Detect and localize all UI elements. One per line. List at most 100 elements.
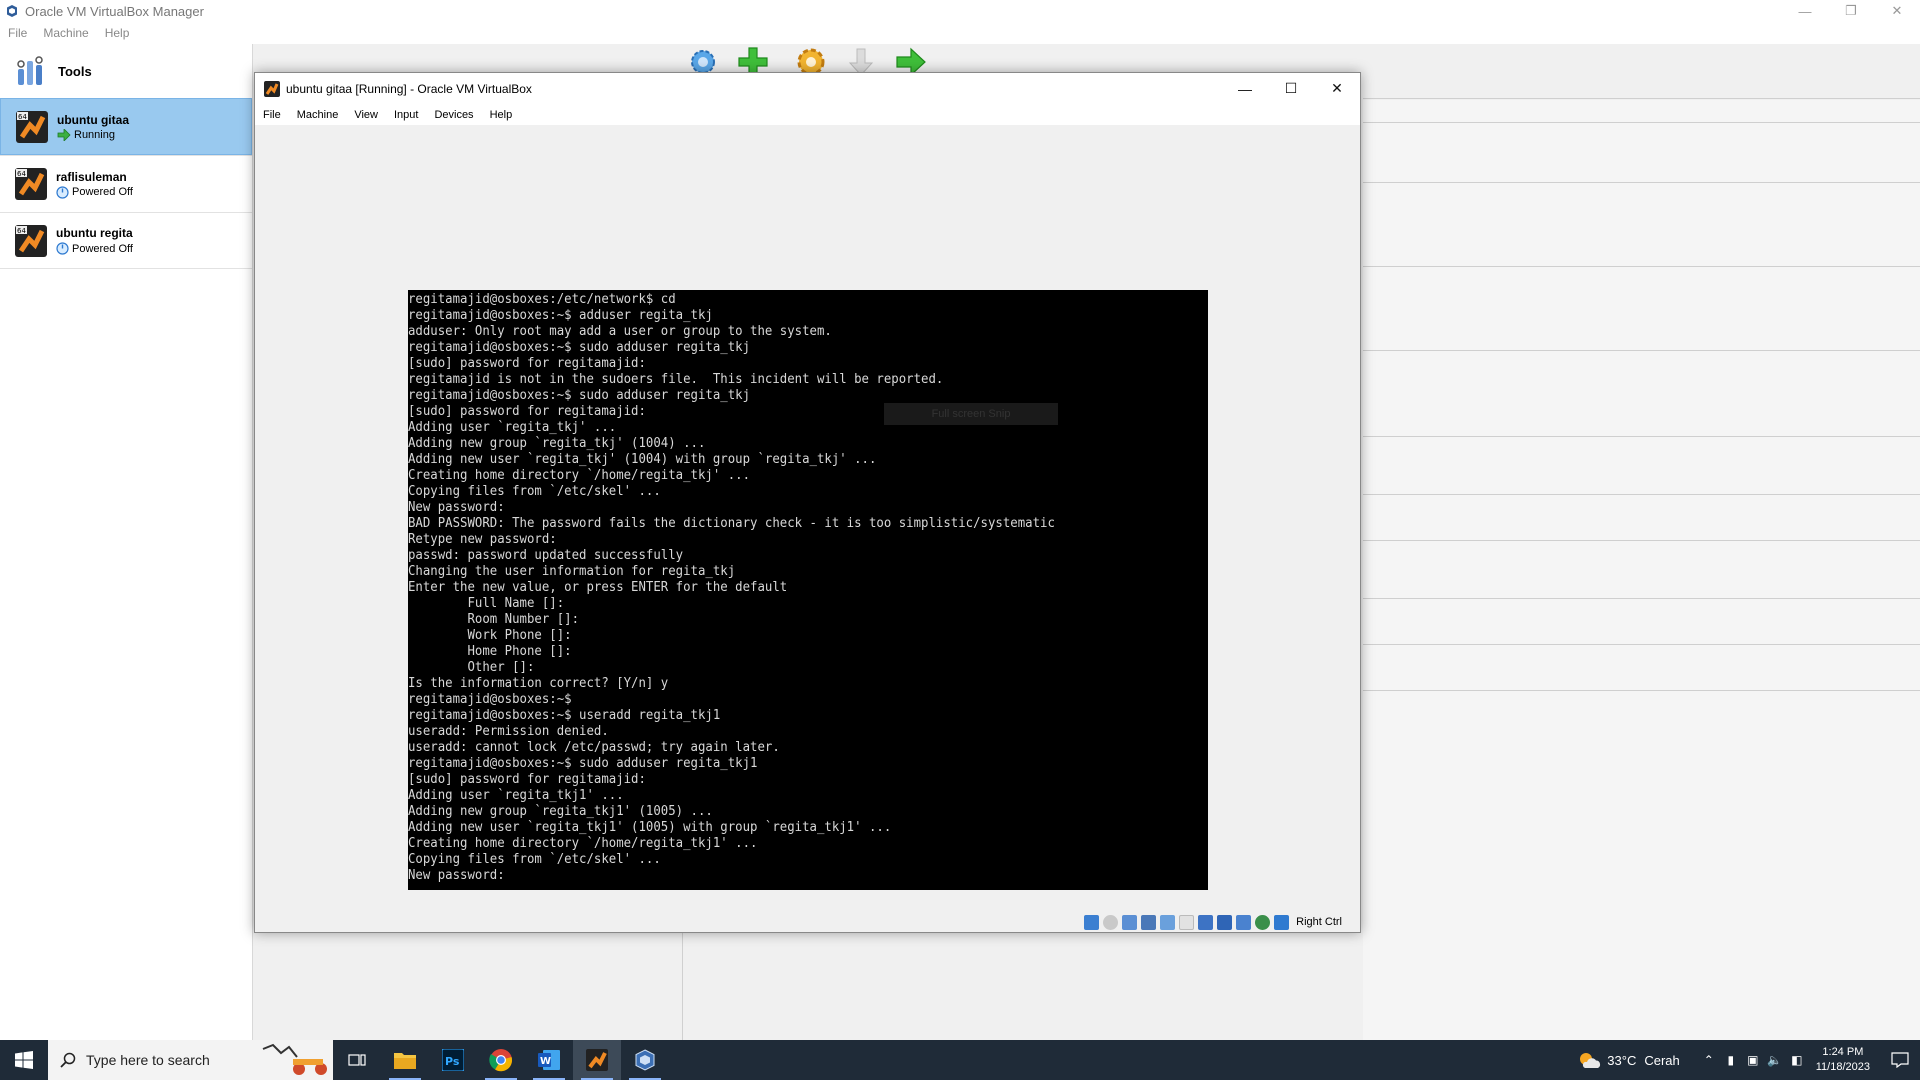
powered-off-icon bbox=[56, 185, 69, 199]
terminal-line: Room Number []: bbox=[408, 612, 580, 627]
notification-center-icon[interactable] bbox=[1880, 1040, 1920, 1080]
network-tray-icon[interactable]: ◧ bbox=[1786, 1040, 1808, 1080]
manager-minimize-button[interactable]: — bbox=[1782, 0, 1828, 22]
vm-display-area[interactable]: regitamajid@osboxes:/etc/network$ cd regi… bbox=[255, 125, 1360, 913]
terminal-line: regitamajid@osboxes:~$ sudo adduser regi… bbox=[408, 388, 751, 403]
ubuntu-64-os-icon: 64 bbox=[15, 224, 47, 257]
host-key-label: Right Ctrl bbox=[1296, 916, 1342, 928]
tools-label: Tools bbox=[58, 63, 92, 79]
recording-icon[interactable] bbox=[1236, 914, 1252, 930]
terminal-line: Adding new user `regita_tkj' (1004) with… bbox=[408, 452, 877, 467]
vm-menu-view[interactable]: View bbox=[346, 109, 386, 121]
virtualbox-vm-icon[interactable] bbox=[573, 1040, 621, 1080]
vm-menu-machine[interactable]: Machine bbox=[289, 109, 347, 121]
shared-folders-icon[interactable] bbox=[1179, 914, 1195, 930]
hard-disk-icon[interactable] bbox=[1084, 914, 1100, 930]
menu-file[interactable]: File bbox=[0, 26, 35, 40]
vm-name: raflisuleman bbox=[56, 169, 127, 184]
tools-item[interactable]: Tools bbox=[0, 44, 252, 98]
vm-menu-file[interactable]: File bbox=[255, 109, 289, 121]
powered-off-icon bbox=[56, 242, 69, 255]
windows-icon bbox=[15, 1051, 33, 1069]
vm-menu-help[interactable]: Help bbox=[482, 109, 521, 121]
terminal-line: regitamajid is not in the sudoers file. … bbox=[408, 372, 944, 387]
video-capture-icon[interactable] bbox=[1217, 914, 1233, 930]
search-highlight-image-icon bbox=[262, 1043, 327, 1075]
vm-status-bar: Right Ctrl bbox=[255, 912, 1360, 932]
file-explorer-icon[interactable] bbox=[381, 1040, 429, 1080]
menu-machine[interactable]: Machine bbox=[35, 26, 96, 40]
details-divider bbox=[1363, 98, 1920, 99]
terminal-line: New password: bbox=[408, 868, 505, 883]
weather-widget[interactable]: 33°C Cerah bbox=[1577, 1050, 1680, 1070]
clock[interactable]: 1:24 PM 11/18/2023 bbox=[1816, 1045, 1870, 1075]
manager-restore-button[interactable]: ❐ bbox=[1828, 0, 1874, 22]
vm-state: Powered Off bbox=[56, 242, 133, 255]
vm-close-button[interactable]: ✕ bbox=[1314, 73, 1360, 104]
terminal-line: Creating home directory `/home/regita_tk… bbox=[408, 836, 758, 851]
cpu-icon[interactable] bbox=[1255, 914, 1271, 930]
ubuntu-64-os-icon: 64 bbox=[15, 168, 47, 200]
task-view-icon[interactable] bbox=[333, 1040, 381, 1080]
manager-title: Oracle VM VirtualBox Manager bbox=[25, 3, 204, 19]
terminal-line: useradd: cannot lock /etc/passwd; try ag… bbox=[408, 740, 780, 755]
details-divider bbox=[1363, 436, 1920, 437]
tools-icon bbox=[17, 56, 43, 85]
show-hidden-icons-chevron-icon[interactable]: ⌃ bbox=[1698, 1040, 1720, 1080]
optical-drive-icon[interactable] bbox=[1103, 914, 1119, 930]
usb-tray-icon[interactable]: ▮ bbox=[1720, 1040, 1742, 1080]
vm-menu-devices[interactable]: Devices bbox=[426, 109, 481, 121]
svg-text:Ps: Ps bbox=[445, 1055, 460, 1068]
clock-time: 1:24 PM bbox=[1822, 1046, 1864, 1058]
photoshop-icon[interactable]: Ps bbox=[429, 1040, 477, 1080]
virtualbox-icon bbox=[7, 5, 17, 17]
terminal-line: regitamajid@osboxes:~$ bbox=[408, 692, 572, 707]
partly-cloudy-icon bbox=[1580, 1053, 1601, 1068]
vm-item-raflisuleman[interactable]: 64 raflisuleman Powered Off bbox=[0, 155, 252, 212]
ubuntu-64-os-icon bbox=[264, 80, 280, 97]
start-button[interactable] bbox=[0, 1040, 48, 1080]
vm-title-bar: ubuntu gitaa [Running] - Oracle VM Virtu… bbox=[255, 73, 1360, 104]
network-icon[interactable] bbox=[1141, 914, 1157, 930]
vm-item-ubuntu-gitaa[interactable]: 64 ubuntu gitaa Running bbox=[0, 98, 252, 155]
display-icon[interactable] bbox=[1198, 914, 1214, 930]
details-divider bbox=[1363, 350, 1920, 351]
terminal-line: Creating home directory `/home/regita_tk… bbox=[408, 468, 751, 483]
manager-close-button[interactable]: ✕ bbox=[1874, 0, 1920, 22]
vm-menu-input[interactable]: Input bbox=[386, 109, 426, 121]
vm-minimize-button[interactable]: — bbox=[1222, 73, 1268, 104]
guest-terminal[interactable]: regitamajid@osboxes:/etc/network$ cd regi… bbox=[408, 290, 1208, 890]
chrome-icon[interactable] bbox=[477, 1040, 525, 1080]
system-tray: 33°C Cerah ⌃ ▮ ▣ 🔈 ◧ 1:24 PM 11/18/2023 bbox=[1577, 1040, 1920, 1080]
meet-now-icon[interactable]: ▣ bbox=[1742, 1040, 1764, 1080]
vm-state: Running bbox=[57, 128, 129, 141]
audio-icon[interactable] bbox=[1122, 914, 1138, 930]
taskbar-search-box[interactable]: Type here to search bbox=[48, 1040, 333, 1080]
word-icon[interactable]: W bbox=[525, 1040, 573, 1080]
details-divider bbox=[1363, 494, 1920, 495]
taskbar: Type here to search Ps W 33°C Cerah ⌃ ▮ … bbox=[0, 1040, 1920, 1080]
mouse-integration-icon[interactable] bbox=[1274, 914, 1290, 930]
terminal-line: Adding user `regita_tkj1' ... bbox=[408, 788, 624, 803]
usb-icon[interactable] bbox=[1160, 914, 1176, 930]
details-divider bbox=[1363, 182, 1920, 183]
menu-help[interactable]: Help bbox=[97, 26, 138, 40]
manager-menu-bar: File Machine Help bbox=[0, 22, 1920, 44]
details-divider bbox=[1363, 644, 1920, 645]
weather-desc: Cerah bbox=[1644, 1052, 1680, 1068]
vm-maximize-button[interactable]: ☐ bbox=[1268, 73, 1314, 104]
terminal-line: Is the information correct? [Y/n] y bbox=[408, 676, 669, 691]
terminal-line: regitamajid@osboxes:/etc/network$ cd bbox=[408, 292, 676, 307]
virtualbox-icon[interactable] bbox=[621, 1040, 669, 1080]
terminal-line: Copying files from `/etc/skel' ... bbox=[408, 852, 661, 867]
svg-text:64: 64 bbox=[17, 227, 26, 235]
volume-muted-icon[interactable]: 🔈 bbox=[1764, 1040, 1786, 1080]
vm-item-ubuntu-regita[interactable]: 64 ubuntu regita Powered Off bbox=[0, 212, 252, 269]
search-placeholder: Type here to search bbox=[86, 1052, 210, 1068]
terminal-line: regitamajid@osboxes:~$ sudo adduser regi… bbox=[408, 756, 758, 771]
details-divider bbox=[1363, 598, 1920, 599]
terminal-line: Enter the new value, or press ENTER for … bbox=[408, 580, 788, 595]
vm-name: ubuntu gitaa bbox=[57, 112, 129, 127]
terminal-line: Other []: bbox=[408, 660, 535, 675]
terminal-line: [sudo] password for regitamajid: bbox=[408, 356, 646, 371]
